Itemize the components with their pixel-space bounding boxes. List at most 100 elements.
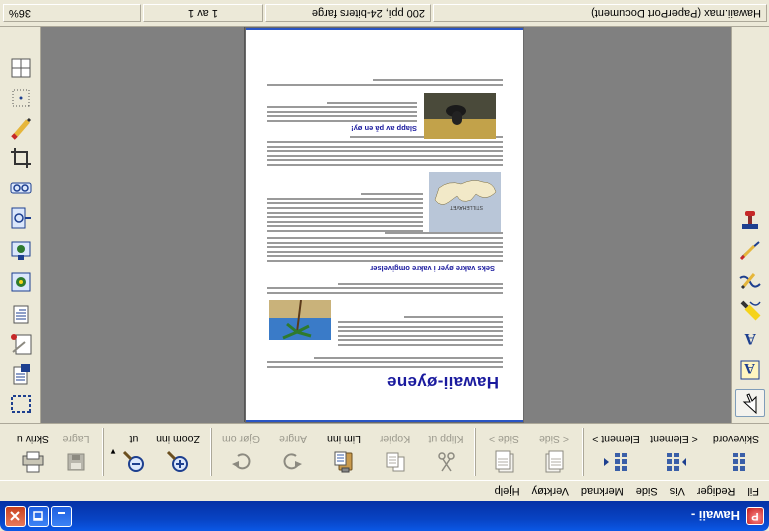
svg-text:A: A [744, 361, 755, 377]
next-page-icon [491, 449, 517, 475]
tool-label: ut [129, 433, 139, 445]
toolbar-separator [210, 428, 212, 476]
menu-view[interactable]: Vis [664, 483, 691, 499]
text-note-tool-button[interactable]: A [735, 325, 765, 353]
freehand-pen-tool-button[interactable] [735, 265, 765, 293]
print-icon [20, 449, 46, 475]
text-note-icon: A [739, 327, 761, 352]
app-window: P Hawaii - Fil Rediger Vis Side Merknad … [0, 0, 769, 531]
tool-label: Side > [488, 433, 520, 445]
zoom-in-icon [165, 449, 191, 475]
copy-button[interactable]: Kopier [369, 424, 421, 480]
dotted-select-icon [10, 85, 32, 110]
send-to-button[interactable] [6, 359, 36, 387]
menu-tools[interactable]: Verktøy [526, 483, 575, 499]
document-page[interactable]: Hawaii-øyene Seks vakre øyer i vakre omg… [245, 27, 524, 423]
prev-page-button[interactable]: < Side [529, 424, 579, 480]
next-page-button[interactable]: Side > [479, 424, 529, 480]
body-text-block [338, 314, 503, 346]
zoom-in-button[interactable]: Zoom inn [149, 424, 207, 480]
stamp-tool-button[interactable] [735, 205, 765, 233]
paste-icon [331, 449, 357, 475]
next-element-button[interactable]: Element > [587, 424, 645, 480]
zoom-out-button[interactable]: ut [119, 424, 149, 480]
text-a-icon: A [739, 357, 761, 382]
next-element-icon [603, 449, 629, 475]
pencil-tool-button[interactable] [6, 113, 36, 141]
body-text-block [267, 191, 423, 232]
toolbar: Skivevord < Element Element > < Side Sid… [0, 423, 769, 481]
redo-button[interactable]: Gjør om [215, 424, 267, 480]
copy-icon [382, 449, 408, 475]
crop-icon [9, 144, 33, 171]
crop-page-button[interactable] [6, 267, 36, 295]
crop-tool-button[interactable] [6, 143, 36, 171]
prev-element-icon [661, 449, 687, 475]
text-tool-button[interactable]: A [735, 355, 765, 383]
annotation-list-button[interactable] [6, 329, 36, 357]
line-tool-button[interactable] [735, 235, 765, 263]
tool-label: < Side [538, 433, 570, 445]
status-document: Hawaii.max (PaperPort Document) [433, 4, 767, 22]
tool-label: Gjør om [222, 433, 260, 445]
status-resolution: 200 ppi, 24-biters farge [265, 4, 431, 22]
select-tool-button[interactable] [735, 389, 765, 417]
tool-label: Skriv u [16, 433, 50, 445]
menu-file[interactable]: Fil [741, 483, 765, 499]
tool-label: Lim inn [327, 433, 361, 445]
straight-line-icon [738, 236, 762, 263]
tool-label: Kopier [379, 433, 411, 445]
select-arrow-icon [740, 391, 760, 416]
desktop-view-button[interactable]: Skivevord [703, 424, 769, 480]
scissors-icon [433, 449, 459, 475]
menu-help[interactable]: Hjelp [489, 483, 526, 499]
undo-button[interactable]: Angre [267, 424, 319, 480]
freehand-pen-icon [738, 266, 762, 293]
highlighter-tool-button[interactable] [735, 295, 765, 323]
grid-button[interactable] [6, 53, 36, 81]
status-zoom: 36% [3, 4, 141, 22]
tool-label: Zoom inn [156, 433, 200, 445]
body-text-block [267, 99, 417, 122]
minimize-button[interactable] [51, 506, 72, 527]
marquee-select-icon [10, 391, 32, 416]
section-heading: Slapp av på en øy! [351, 124, 417, 133]
toolbar-separator [582, 428, 584, 476]
body-text-block [267, 280, 503, 294]
title-bar[interactable]: P Hawaii - [0, 501, 769, 531]
save-icon [63, 449, 89, 475]
paste-button[interactable]: Lim inn [319, 424, 369, 480]
menu-edit[interactable]: Rediger [691, 483, 742, 499]
page-tools-panel [0, 27, 41, 423]
section-heading: Seks vakre øyer i vakre omgivelser [370, 264, 495, 273]
menu-page[interactable]: Side [630, 483, 664, 499]
dotted-select-button[interactable] [6, 83, 36, 111]
marquee-select-button[interactable] [6, 389, 36, 417]
tool-label: Element > [592, 433, 640, 445]
redo-icon [228, 449, 254, 475]
fit-page-button[interactable] [6, 203, 36, 231]
menu-annotation[interactable]: Merknad [575, 483, 630, 499]
fit-width-button[interactable] [6, 235, 36, 263]
zoom-dropdown-arrow[interactable]: ▼ [107, 424, 119, 480]
prev-element-button[interactable]: < Element [645, 424, 703, 480]
cut-button[interactable]: Klipp ut [421, 424, 471, 480]
rotate-page-button[interactable] [6, 299, 36, 327]
send-to-icon [9, 360, 33, 387]
window-title: Hawaii - [690, 508, 740, 524]
tool-label: < Element [650, 433, 698, 445]
fit-width-icon [9, 236, 33, 263]
enhance-button[interactable] [6, 173, 36, 201]
fit-page-icon [9, 204, 33, 231]
maximize-button[interactable] [28, 506, 49, 527]
map-ocean-label: STILLEHAVET [450, 204, 483, 210]
annotation-list-icon [9, 330, 33, 357]
intro-text-block [267, 354, 503, 368]
paperport-icon[interactable]: P [746, 507, 764, 525]
close-button[interactable] [5, 506, 26, 527]
tool-label: Skivevord [712, 433, 760, 445]
pencil-icon [9, 114, 33, 141]
crop-page-icon [9, 268, 33, 295]
print-button[interactable]: Skriv u [13, 424, 53, 480]
save-button[interactable]: Lagre [53, 424, 99, 480]
